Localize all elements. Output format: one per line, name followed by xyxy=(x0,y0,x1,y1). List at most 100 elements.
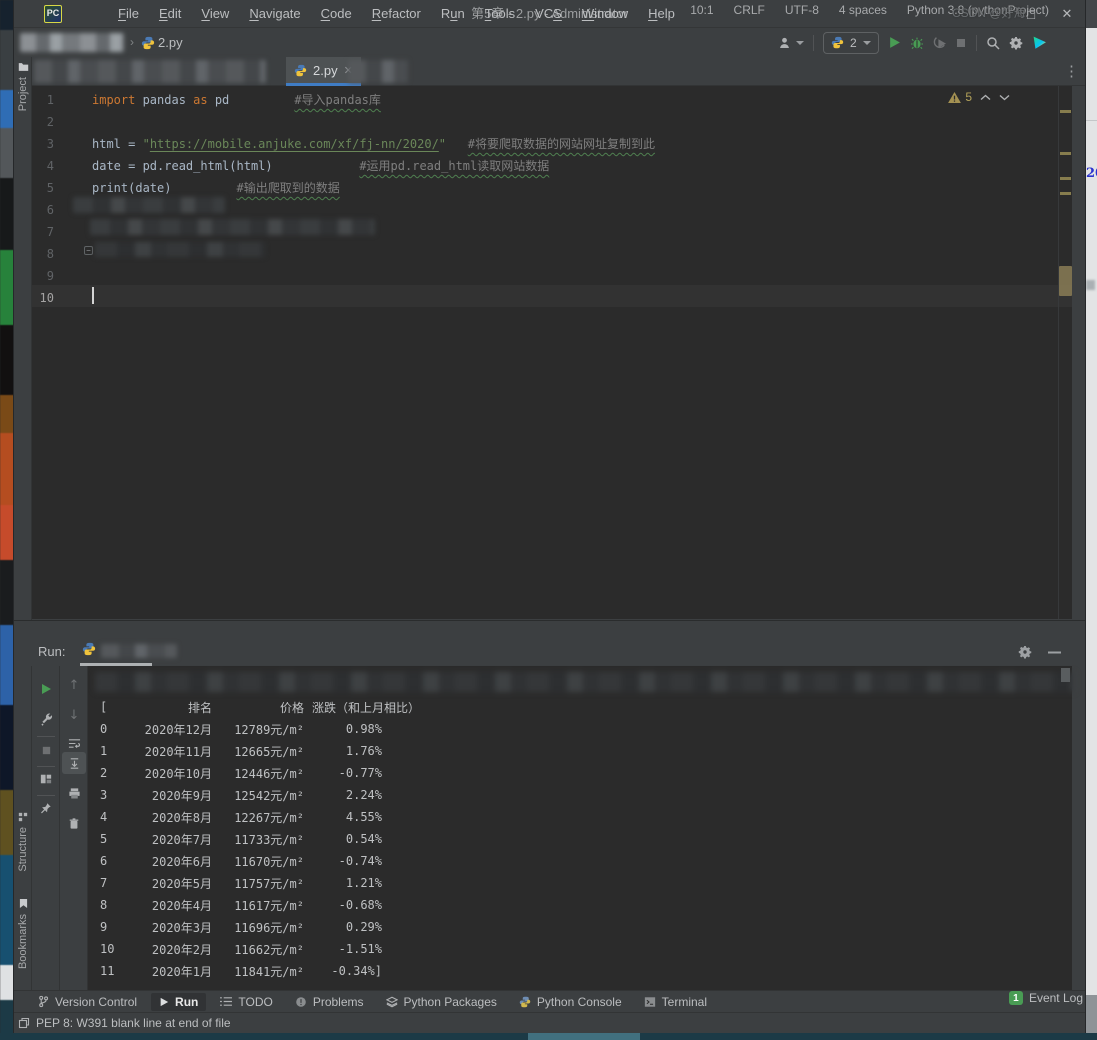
toolbar-separator xyxy=(813,35,814,51)
toolwindow-run[interactable]: Run xyxy=(151,993,206,1011)
fold-marker-icon[interactable]: − xyxy=(84,246,93,255)
edit-configuration-wrench-icon[interactable] xyxy=(39,712,53,726)
menu-item[interactable]: Tools xyxy=(475,0,525,28)
redacted-code xyxy=(90,219,375,235)
toolwindow-version-control[interactable]: Version Control xyxy=(30,993,145,1011)
redacted-tabs xyxy=(34,60,266,83)
run-console-output[interactable]: [排名价格涨跌（和上月相比）02020年12月12789元/m²0.98%120… xyxy=(88,666,1072,990)
code-editor[interactable]: 12345678910 import pandas as pd #导入panda… xyxy=(32,86,1072,619)
editor-tab-bar: 2.py ✕ ⋮ xyxy=(32,57,1085,86)
line-number: 9 xyxy=(32,265,54,287)
close-button[interactable]: ✕ xyxy=(1049,0,1085,28)
redacted-code xyxy=(73,197,225,213)
soft-wrap-icon[interactable] xyxy=(67,736,81,750)
console-row: 82020年4月11617元/m²-0.68% xyxy=(88,894,1072,916)
toolbar-separator xyxy=(976,35,977,51)
run-toolbar-console: ↑ ↓ xyxy=(60,666,88,990)
console-row: 42020年8月12267元/m²4.55% xyxy=(88,806,1072,828)
restore-layout-icon[interactable] xyxy=(39,772,53,786)
run-header-actions xyxy=(1018,645,1061,659)
user-account-icon[interactable] xyxy=(778,36,804,50)
stop-button[interactable] xyxy=(955,37,967,49)
tab-overflow-icon[interactable]: ⋮ xyxy=(1064,62,1079,80)
editor-scrollbar-thumb[interactable] xyxy=(1059,266,1072,296)
python-icon xyxy=(294,64,307,77)
sidebar-item-bookmarks[interactable]: Bookmarks xyxy=(14,898,32,969)
chevron-down-icon[interactable] xyxy=(999,94,1010,101)
next-occurrence-icon[interactable]: ↓ xyxy=(67,708,81,722)
line-ending[interactable]: CRLF xyxy=(734,3,765,17)
indent-setting[interactable]: 4 spaces xyxy=(839,3,887,17)
todo-list-icon xyxy=(220,996,232,1007)
pin-tab-icon[interactable] xyxy=(39,801,53,815)
sidebar-item-project[interactable]: Project xyxy=(14,62,32,111)
search-everywhere-button search-icon[interactable] xyxy=(986,36,1000,50)
toolbar-separator xyxy=(37,795,55,796)
menu-item[interactable]: Navigate xyxy=(239,0,310,28)
desktop-background-right: 20 xyxy=(1085,0,1097,1040)
error-stripe[interactable] xyxy=(1059,86,1072,619)
menu-item[interactable]: Code xyxy=(311,0,362,28)
stop-button[interactable] xyxy=(39,743,53,757)
console-row: 52020年7月11733元/m²0.54% xyxy=(88,828,1072,850)
chevron-up-icon[interactable] xyxy=(980,94,991,101)
background-fragment-number: 20 xyxy=(1086,166,1097,181)
run-button[interactable] xyxy=(888,36,901,49)
debug-button bug-icon[interactable] xyxy=(910,36,924,50)
chevron-down-icon xyxy=(863,41,871,45)
console-row-header: [排名价格涨跌（和上月相比） xyxy=(88,696,1072,718)
toolwindow-python-packages[interactable]: Python Packages xyxy=(378,993,505,1011)
gear-icon[interactable] xyxy=(1018,645,1032,659)
redacted-command-line xyxy=(95,672,1075,692)
toolbar-separator xyxy=(37,766,55,767)
python-icon xyxy=(519,996,531,1008)
branch-icon xyxy=(38,995,49,1008)
hide-panel-icon[interactable] xyxy=(1048,651,1061,654)
toolwindow-python-console[interactable]: Python Console xyxy=(511,993,630,1011)
settings-button gear-icon[interactable] xyxy=(1009,36,1023,50)
ide-gradient-logo-icon[interactable] xyxy=(1032,35,1047,50)
rerun-button[interactable] xyxy=(39,682,53,696)
warning-icon xyxy=(948,92,961,103)
toolwindow-terminal[interactable]: Terminal xyxy=(636,993,715,1011)
redacted-breadcrumb xyxy=(20,33,124,52)
file-encoding[interactable]: UTF-8 xyxy=(785,3,819,17)
clear-console-trash-icon[interactable] xyxy=(67,816,81,830)
menu-item[interactable]: Window xyxy=(572,0,638,28)
menu-item[interactable]: File xyxy=(108,0,149,28)
console-row: 12020年11月12665元/m²1.76% xyxy=(88,740,1072,762)
code-line: date = pd.read_html(html) #运用pd.read_htm… xyxy=(92,155,549,177)
warning-stripe-mark xyxy=(1060,192,1071,195)
toolwindow-problems[interactable]: Problems xyxy=(287,993,372,1011)
toolwindow-quick-access-icon[interactable] xyxy=(18,1017,30,1029)
run-with-coverage-button[interactable] xyxy=(933,36,946,49)
menu-item[interactable]: Run xyxy=(431,0,475,28)
sidebar-item-structure[interactable]: Structure xyxy=(14,812,32,872)
pycharm-logo-icon: PC xyxy=(44,5,62,23)
print-icon[interactable] xyxy=(67,786,81,800)
screen: 20 PC 第5章 - 2.py - Administrator FileEdi… xyxy=(0,0,1097,1040)
run-panel-label: Run: xyxy=(38,644,65,659)
menu-item[interactable]: Refactor xyxy=(362,0,431,28)
console-row: 102020年2月11662元/m²-1.51% xyxy=(88,938,1072,960)
run-configuration-selector[interactable]: 2 xyxy=(823,32,879,54)
toolwindow-todo[interactable]: TODO xyxy=(212,993,280,1011)
line-number: 1 xyxy=(32,89,54,111)
menu-item[interactable]: VCS xyxy=(525,0,572,28)
warning-stripe-mark xyxy=(1060,177,1071,180)
status-message[interactable]: PEP 8: W391 blank line at end of file xyxy=(36,1016,231,1030)
line-number: 4 xyxy=(32,155,54,177)
breadcrumb-file[interactable]: 2.py xyxy=(158,35,183,50)
menu-item[interactable]: View xyxy=(191,0,239,28)
warning-count: 5 xyxy=(965,90,972,104)
inspection-widget[interactable]: 5 xyxy=(948,90,1010,104)
caret-position[interactable]: 10:1 xyxy=(690,3,713,17)
line-number: 10 xyxy=(32,287,54,309)
play-icon xyxy=(159,997,169,1007)
event-log-button[interactable]: 1 Event Log xyxy=(1009,991,1083,1005)
console-scrollbar-thumb[interactable] xyxy=(1061,668,1070,682)
prev-occurrence-icon[interactable]: ↑ xyxy=(67,678,81,692)
menu-item[interactable]: Help xyxy=(638,0,685,28)
menu-item[interactable]: Edit xyxy=(149,0,191,28)
scroll-to-end-icon[interactable] xyxy=(67,756,81,770)
